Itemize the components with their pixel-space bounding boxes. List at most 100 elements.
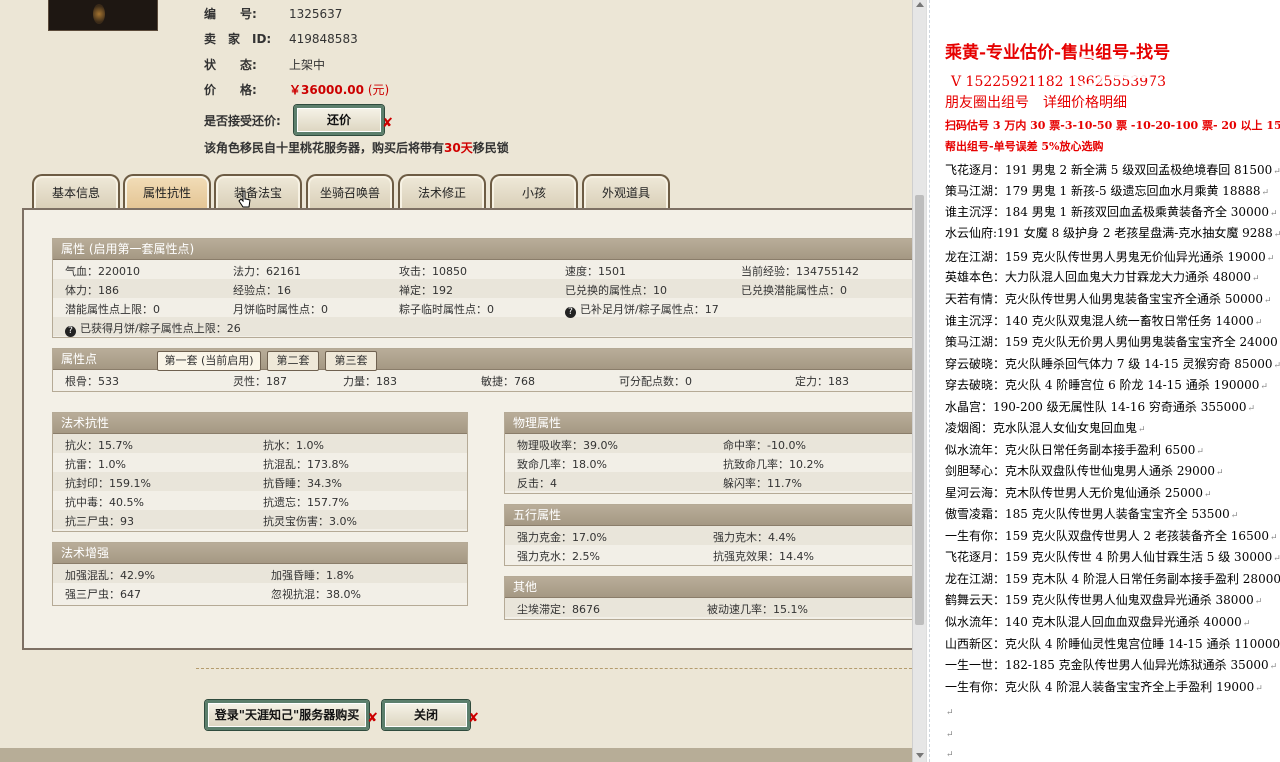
price-item: 策马江湖：179 男鬼 1 新孩-5 级遗忘回血水月乘黄 18888↵ <box>945 184 1270 198</box>
close-button[interactable]: 关闭 ✘ <box>382 700 479 730</box>
other-passive-speed: 被动速几率：15.1% <box>707 603 808 616</box>
watermark-circle-icon <box>1072 55 1104 87</box>
price-item: 水云仙府:191 女魔 8 级护身 2 老孩星盘满-克水抽女魔 9288↵ <box>945 226 1280 240</box>
attr-mooncake-temp: 月饼临时属性点：0 <box>233 303 328 316</box>
attr-supplemented: ? 已补足月饼/粽子属性点：17 <box>565 301 719 318</box>
price-item: 星河云海：克木队传世男人无价鬼仙通杀 25000↵ <box>945 486 1212 500</box>
attributes-panel: 属性 (启用第一套属性点) 气血：220010 法力：62161 攻击：1085… <box>22 208 912 650</box>
element-wood: 强力克木：4.4% <box>713 531 796 544</box>
empty-line: ↵ <box>946 750 954 760</box>
price-item: 似水流年：140 克木队混人回血血双盘异光通杀 40000↵ <box>945 615 1251 629</box>
phys-crit: 致命几率：18.0% <box>517 458 607 471</box>
boost-corpse-worm: 强三尸虫：647 <box>65 588 141 601</box>
price-item: 飞花逐月：159 克火队传世 4 阶男人仙甘霖生活 5 级 30000↵ <box>945 550 1280 564</box>
price-item: 傲雪凌霜：185 克火队传世男人装备宝宝齐全 53500↵ <box>945 507 1239 521</box>
physical-section: 物理属性 物理吸收率：39.0% 命中率：-10.0% 致命几率：18.0% 抗… <box>504 412 912 494</box>
attr-mp: 法力：62161 <box>233 265 301 278</box>
scroll-up-icon[interactable] <box>916 2 924 7</box>
seller-id-value: 419848583 <box>289 32 358 46</box>
price-list-scan-line: 扫码估号 3 万内 30 票-3-10-50 票 -10-20-100 票- 2… <box>945 119 1280 132</box>
price-list-document: 乘黄-专业估价-售出组号-找号 V 15225921182 1862555397… <box>926 0 1280 762</box>
empty-line: ↵ <box>946 730 954 740</box>
listing-number-row: 编 号: 1325637 <box>204 6 342 22</box>
bargain-button-label: 还价 <box>326 113 351 127</box>
resist-sleep: 抗昏睡：34.3% <box>263 477 342 490</box>
seller-id-label: 卖 家 ID: <box>204 32 272 46</box>
attr-exp: 当前经验：134755142 <box>741 265 859 278</box>
price-item: 穿去破晓：克火队 4 阶睡宫位 6 阶龙 14-15 通杀 190000↵ <box>945 378 1268 392</box>
status-row: 状 态: 上架中 <box>204 57 325 73</box>
price-item: 策马江湖：159 克火队无价男人男仙男鬼装备宝宝齐全 24000↵ <box>945 335 1280 349</box>
buy-button[interactable]: 登录"天涯知己"服务器购买 ✘ <box>205 700 378 730</box>
attr-hp: 气血：220010 <box>65 265 140 278</box>
bargain-row: 是否接受还价: <box>204 113 281 129</box>
point-agility: 敏捷：768 <box>481 375 535 388</box>
price-item: 剑胆琴心：克木队双盘队传世仙鬼男人通杀 29000↵ <box>945 464 1224 478</box>
phys-dodge: 躲闪率：11.7% <box>723 477 802 490</box>
tab-appearance[interactable]: 外观道具 <box>582 174 670 210</box>
buy-button-label: 登录"天涯知己"服务器购买 <box>214 708 360 722</box>
listing-number-label: 编 号: <box>204 7 257 21</box>
attr-exchanged-potential: 已兑换潜能属性点：0 <box>741 284 847 297</box>
phys-absorb: 物理吸收率：39.0% <box>517 439 618 452</box>
element-water: 强力克水：2.5% <box>517 550 600 563</box>
tab-mounts-pets[interactable]: 坐骑召唤兽 <box>306 174 394 210</box>
attr-meditation: 禅定：192 <box>399 284 453 297</box>
element-anti-counter: 抗强克效果：14.4% <box>713 550 814 563</box>
price-item: 一生一世：182-185 克金队传世男人仙异光炼狱通杀 35000↵ <box>945 658 1278 672</box>
help-icon[interactable]: ? <box>65 326 76 337</box>
price-list-moments: 朋友圈出组号 详细价格明细 <box>945 95 1127 111</box>
migration-days: 30天 <box>444 141 473 155</box>
price-item: 飞花逐月：191 男鬼 2 新全满 5 级双回孟极绝境春回 81500↵ <box>945 163 1280 177</box>
vertical-scrollbar[interactable] <box>912 0 927 762</box>
scroll-down-icon[interactable] <box>916 753 924 758</box>
tab-attributes[interactable]: 属性抗性 <box>123 174 211 210</box>
bottom-band <box>0 748 912 762</box>
price-value: ￥36000.00 <box>289 83 365 97</box>
attr-stamina: 体力：186 <box>65 284 119 297</box>
migration-note-suffix: 移民锁 <box>472 141 509 155</box>
resist-water: 抗水：1.0% <box>263 439 324 452</box>
attr-potential-cap: 潜能属性点上限：0 <box>65 303 160 316</box>
subtab-set-3[interactable]: 第三套 <box>325 351 377 371</box>
price-item: 一生有你：159 克火队双盘传世男人 2 老孩装备齐全 16500↵ <box>945 529 1278 543</box>
subtab-set-1[interactable]: 第一套 (当前启用) <box>157 351 261 371</box>
price-list-help-line: 帮出组号-单号误差 5%放心选购 <box>945 140 1104 153</box>
resist-spirit-treasure: 抗灵宝伤害：3.0% <box>263 515 357 528</box>
five-elements-title: 五行属性 <box>505 505 912 526</box>
migration-note: 该角色移民自十里桃花服务器，购买后将带有30天移民锁 <box>204 140 509 156</box>
help-icon[interactable]: ? <box>565 307 576 318</box>
other-section: 其他 尘埃滞定：8676 被动速几率：15.1% <box>504 576 912 620</box>
element-metal: 强力克金：17.0% <box>517 531 607 544</box>
spell-resist-title: 法术抗性 <box>53 413 467 434</box>
scroll-thumb[interactable] <box>915 195 924 625</box>
price-row: 价 格: ￥36000.00 (元) <box>204 82 389 98</box>
phys-anti-crit: 抗致命几率：10.2% <box>723 458 824 471</box>
price-item: 一生有你：克火队 4 阶混人装备宝宝齐全上手盈利 19000↵ <box>945 680 1263 694</box>
price-item: 穿云破晓：克火队睡杀回气体力 7 级 14-15 灵猴穷奇 85000↵ <box>945 357 1280 371</box>
other-title: 其他 <box>505 577 912 598</box>
tab-spell-correction[interactable]: 法术修正 <box>398 174 486 210</box>
point-available: 可分配点数：0 <box>619 375 692 388</box>
price-item: 龙在江湖：159 克木队 4 阶混人日常任务副本接手盈利 28000↵ <box>945 572 1280 586</box>
price-item: 天若有情：克火队传世男人仙男鬼装备宝宝齐全通杀 50000↵ <box>945 292 1272 306</box>
close-x-icon: ✘ <box>468 711 479 726</box>
attr-speed: 速度：1501 <box>565 265 626 278</box>
resist-forget: 抗遗忘：157.7% <box>263 496 349 509</box>
price-item: 龙在江湖：159 克火队传世男人男鬼无价仙异光通杀 19000↵ <box>945 250 1275 264</box>
attr-attack: 攻击：10850 <box>399 265 467 278</box>
tab-children[interactable]: 小孩 <box>490 174 578 210</box>
subtab-set-2[interactable]: 第二套 <box>267 351 319 371</box>
resist-chaos: 抗混乱：173.8% <box>263 458 349 471</box>
point-spirit: 灵性：187 <box>233 375 287 388</box>
bargain-close-icon: ✘ <box>382 116 393 131</box>
attr-zongzi-temp: 粽子临时属性点：0 <box>399 303 494 316</box>
points-section: 属性点 第一套 (当前启用) 第二套 第三套 根骨：533 灵性：187 力量：… <box>52 348 912 392</box>
point-strength: 力量：183 <box>343 375 397 388</box>
resist-seal: 抗封印：159.1% <box>65 477 151 490</box>
price-item: 谁主沉浮：140 克火队双鬼混人统一畜牧日常任务 14000↵ <box>945 314 1263 328</box>
bargain-button[interactable]: 还价 ✘ <box>294 105 393 135</box>
tab-equipment[interactable]: 装备法宝 <box>214 174 302 210</box>
tab-basic-info[interactable]: 基本信息 <box>32 174 120 210</box>
price-item: 山西新区：克火队 4 阶睡仙灵性鬼宫位睡 14-15 通杀 110000↵ <box>945 637 1280 651</box>
